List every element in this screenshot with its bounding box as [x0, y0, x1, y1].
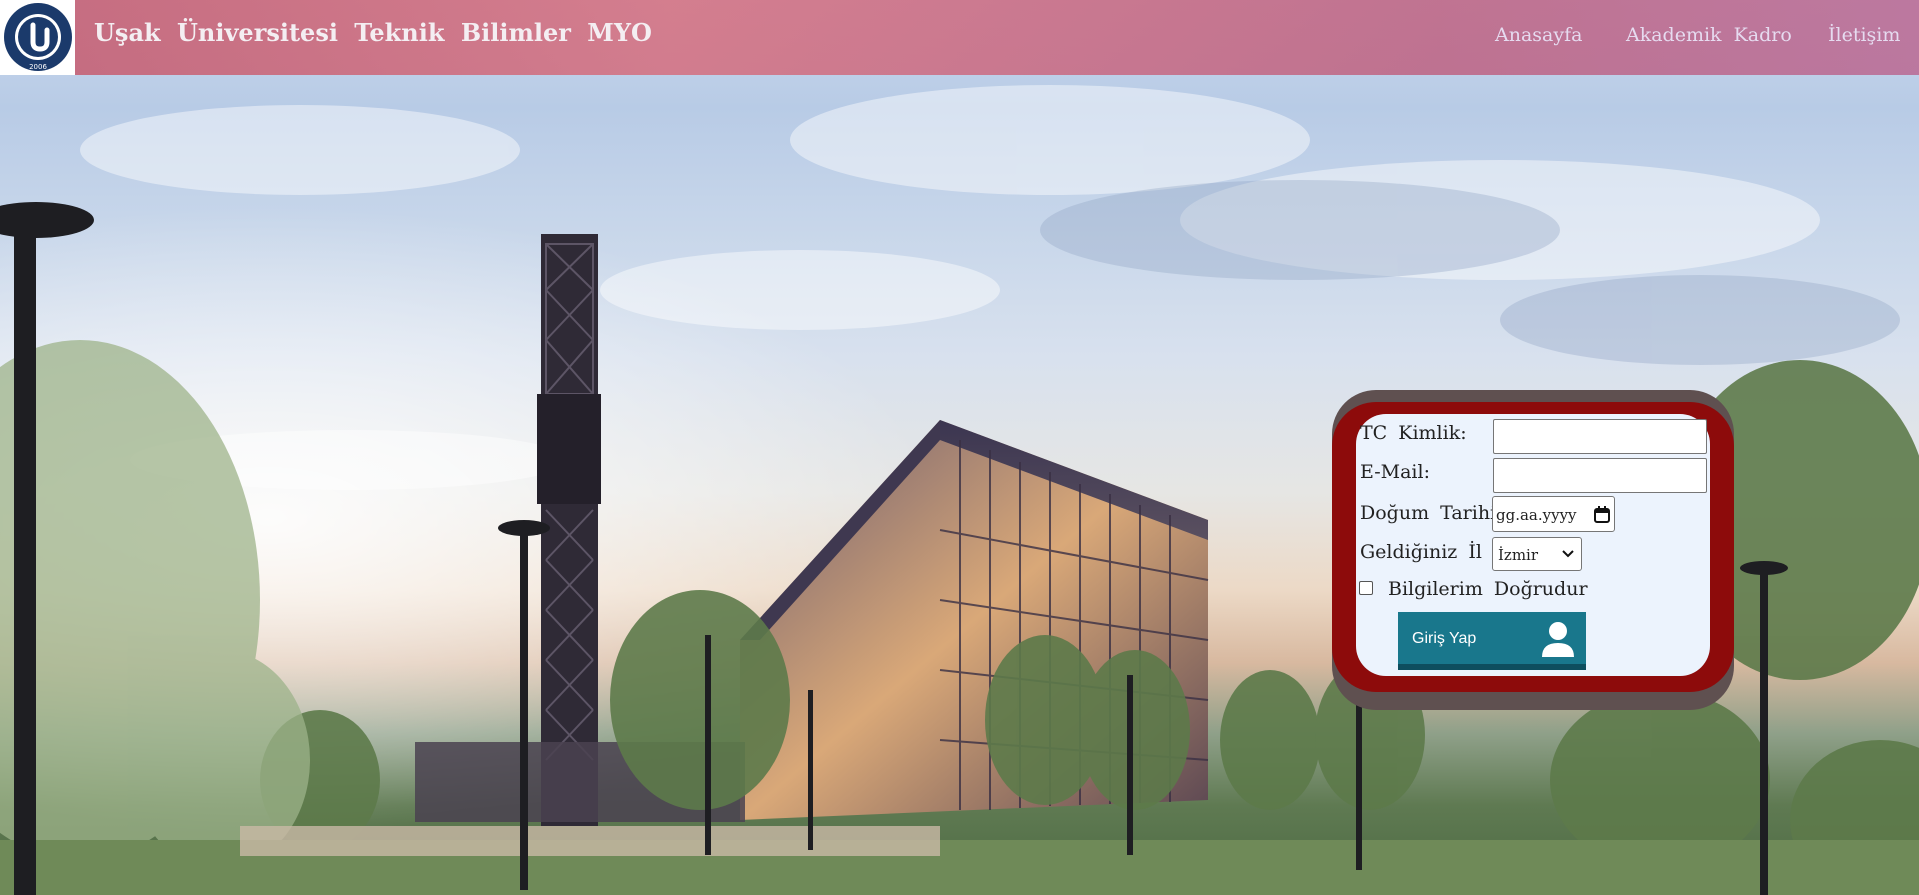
confirm-label: Bilgilerim Doğrudur	[1388, 578, 1588, 600]
birth-date-placeholder: gg.aa.yyyy	[1496, 506, 1577, 524]
email-label: E-Mail:	[1360, 461, 1430, 483]
university-logo[interactable]: 2006	[0, 0, 75, 75]
city-select[interactable]: İzmir	[1492, 537, 1582, 571]
tc-kimlik-input[interactable]	[1493, 419, 1707, 454]
site-title[interactable]: Uşak Üniversitesi Teknik Bilimler MYO	[94, 18, 652, 47]
birth-date-label: Doğum Tarihi:	[1360, 502, 1503, 524]
logo-year: 2006	[29, 63, 47, 71]
chevron-down-icon	[1562, 550, 1574, 558]
login-button[interactable]: Giriş Yap	[1398, 612, 1586, 670]
university-seal-icon: 2006	[4, 3, 72, 71]
login-panel-frame: TC Kimlik: E-Mail: Doğum Tarihi: gg.aa.y…	[1332, 390, 1734, 710]
user-icon	[1542, 622, 1574, 657]
calendar-icon[interactable]	[1594, 506, 1610, 523]
confirm-checkbox[interactable]	[1359, 581, 1373, 595]
tc-kimlik-label: TC Kimlik:	[1360, 422, 1467, 444]
nav-home[interactable]: Anasayfa	[1495, 24, 1582, 46]
top-navbar: 2006 Uşak Üniversitesi Teknik Bilimler M…	[0, 0, 1919, 75]
nav-academic-staff[interactable]: Akademik Kadro	[1626, 24, 1792, 46]
city-selected-value: İzmir	[1498, 546, 1539, 564]
login-button-label: Giriş Yap	[1412, 630, 1477, 647]
city-label: Geldiğiniz İl	[1360, 541, 1482, 563]
birth-date-input[interactable]: gg.aa.yyyy	[1492, 496, 1615, 532]
email-input[interactable]	[1493, 458, 1707, 493]
nav-contact[interactable]: İletişim	[1828, 24, 1900, 46]
